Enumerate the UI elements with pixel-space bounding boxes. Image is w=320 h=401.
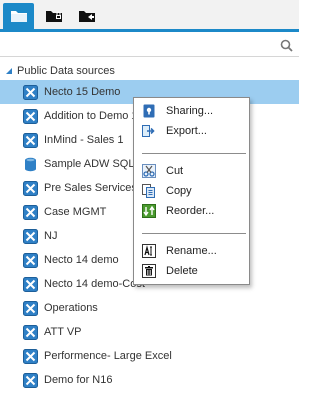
lock-icon: [142, 104, 156, 118]
menu-item-sharing[interactable]: Sharing...: [134, 101, 249, 121]
expand-triangle-icon[interactable]: [4, 66, 14, 76]
menu-item-delete[interactable]: Delete: [134, 261, 249, 281]
cube-icon: [23, 276, 38, 292]
menu-item-label: Cut: [166, 165, 184, 177]
data-source-item[interactable]: Demo for N16: [0, 368, 299, 392]
data-source-label: Case MGMT: [44, 206, 107, 218]
data-source-label: Necto 14 demo-Cost: [44, 278, 145, 290]
tab-folders[interactable]: [3, 3, 34, 29]
group-label: Public Data sources: [17, 65, 115, 77]
cube-icon: [23, 324, 38, 340]
cube-icon: [23, 132, 38, 148]
context-menu: Sharing... Export... Cut Copy Reorder... Rena…: [133, 97, 250, 285]
reorder-icon: [142, 204, 156, 218]
copy-icon: [142, 184, 156, 198]
search-bar: [0, 35, 299, 57]
menu-item-cut[interactable]: Cut: [134, 161, 249, 181]
data-source-item[interactable]: Operations: [0, 296, 299, 320]
group-header[interactable]: Public Data sources: [4, 64, 115, 78]
menu-separator: [142, 153, 246, 154]
data-source-label: ATT VP: [44, 326, 82, 338]
menu-item-label: Copy: [166, 185, 192, 197]
trash-icon: [142, 264, 156, 278]
search-input[interactable]: [2, 37, 274, 54]
menu-item-copy[interactable]: Copy: [134, 181, 249, 201]
data-source-item[interactable]: ATT VP: [0, 320, 299, 344]
data-source-label: Operations: [44, 302, 98, 314]
cube-icon: [23, 252, 38, 268]
menu-item-reorder[interactable]: Reorder...: [134, 201, 249, 221]
share-folder-icon: [78, 11, 95, 22]
data-source-item[interactable]: Performence- Large Excel: [0, 344, 299, 368]
menu-item-label: Sharing...: [166, 105, 214, 117]
data-source-label: Performence- Large Excel: [44, 350, 172, 362]
data-source-label: Pre Sales Services: [44, 182, 137, 194]
data-source-label: Necto 14 demo: [44, 254, 119, 266]
cube-icon: [23, 372, 38, 388]
rename-icon: [142, 244, 156, 258]
database-icon: [23, 157, 38, 172]
cube-icon: [23, 300, 38, 316]
folder-icon: [10, 11, 27, 22]
export-icon: [142, 124, 156, 138]
cube-icon: [23, 348, 38, 364]
cube-icon: [23, 180, 38, 196]
data-source-label: InMind - Sales 1: [44, 134, 124, 146]
menu-separator: [142, 233, 246, 234]
tab-private-folders[interactable]: [38, 3, 69, 29]
menu-item-label: Delete: [166, 265, 198, 277]
data-source-label: Necto 15 Demo: [44, 86, 121, 98]
data-source-label: NJ: [44, 230, 58, 242]
menu-item-label: Reorder...: [166, 205, 215, 217]
cube-icon: [23, 204, 38, 220]
tab-bar: [0, 0, 299, 32]
menu-item-export[interactable]: Export...: [134, 121, 249, 141]
data-source-label: Demo for N16: [44, 374, 113, 386]
data-source-label: Addition to Demo 1: [44, 110, 138, 122]
menu-item-label: Export...: [166, 125, 207, 137]
menu-item-label: Rename...: [166, 245, 217, 257]
cube-icon: [23, 228, 38, 244]
menu-item-rename[interactable]: Rename...: [134, 241, 249, 261]
cube-icon: [23, 108, 38, 124]
search-icon[interactable]: [280, 39, 293, 52]
data-source-label: Sample ADW SQL: [44, 158, 135, 170]
tab-shared-folders[interactable]: [71, 3, 102, 29]
scissors-icon: [142, 164, 156, 178]
lock-folder-icon: [45, 11, 62, 22]
cube-icon: [23, 84, 38, 100]
